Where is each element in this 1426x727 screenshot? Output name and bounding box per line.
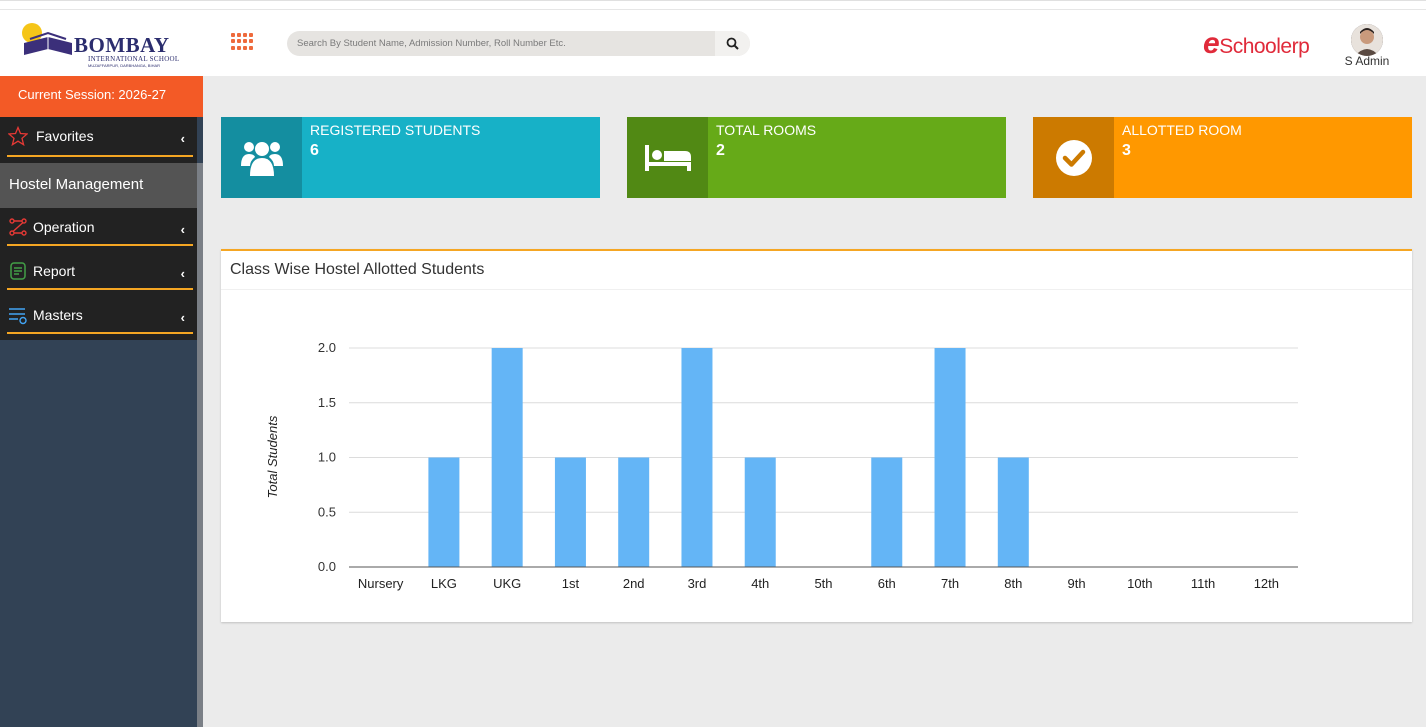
x-tick-label: UKG bbox=[493, 576, 521, 591]
search-bar bbox=[287, 31, 750, 56]
bar-2nd bbox=[618, 457, 650, 567]
bar-8th bbox=[997, 457, 1029, 567]
search-button[interactable] bbox=[715, 31, 750, 56]
avatar-image bbox=[1351, 24, 1383, 56]
brand-main: School bbox=[1219, 35, 1281, 58]
user-avatar[interactable] bbox=[1351, 24, 1383, 56]
x-tick-label: 9th bbox=[1068, 576, 1086, 591]
chart-panel: Class Wise Hostel Allotted Students 0.0 0… bbox=[221, 249, 1412, 622]
chevron-left-icon: ‹ bbox=[180, 131, 185, 146]
sidebar-item-label: Masters bbox=[33, 307, 83, 323]
bar-4th bbox=[744, 457, 776, 567]
y-tick-label: 0.0 bbox=[318, 559, 336, 574]
card-total-rooms[interactable]: TOTAL ROOMS 2 bbox=[627, 117, 1006, 198]
username-label[interactable]: S Admin bbox=[1330, 54, 1404, 68]
x-tick-label: 4th bbox=[751, 576, 769, 591]
item-underline bbox=[7, 244, 193, 246]
school-logo[interactable]: BOMBAY INTERNATIONAL SCHOOL MUZAFFARPUR,… bbox=[18, 21, 183, 69]
x-tick-label: Nursery bbox=[358, 576, 404, 591]
bar-chart: 0.0 0.5 1.0 1.5 2.0 Total Students Nursery LKG U… bbox=[265, 340, 1298, 591]
sidebar-item-masters[interactable]: Masters ‹ bbox=[0, 296, 197, 340]
card-value: 6 bbox=[310, 142, 319, 159]
item-underline bbox=[7, 155, 193, 157]
masters-icon bbox=[9, 308, 27, 325]
operation-icon bbox=[9, 218, 27, 236]
bar-lkg bbox=[428, 457, 460, 567]
sidebar-item-label: Operation bbox=[33, 219, 95, 235]
x-tick-label: 3rd bbox=[688, 576, 707, 591]
logo-subtitle: INTERNATIONAL SCHOOL bbox=[88, 55, 180, 63]
chevron-left-icon: ‹ bbox=[180, 222, 185, 237]
bar-1st bbox=[554, 457, 586, 567]
sidebar-item-label: Report bbox=[33, 263, 76, 279]
bar-7th bbox=[934, 348, 966, 567]
x-tick-label: 5th bbox=[814, 576, 832, 591]
card-icon-box bbox=[1033, 117, 1114, 198]
card-allotted-room[interactable]: ALLOTTED ROOM 3 bbox=[1033, 117, 1412, 198]
chevron-left-icon: ‹ bbox=[180, 310, 185, 325]
sidebar-item-label: Favorites bbox=[36, 128, 94, 144]
search-icon bbox=[726, 37, 739, 50]
bed-icon bbox=[644, 144, 691, 171]
current-session: Current Session: 2026-27 bbox=[0, 76, 203, 117]
card-value: 2 bbox=[716, 142, 725, 159]
card-icon-box bbox=[221, 117, 302, 198]
x-tick-label: 8th bbox=[1004, 576, 1022, 591]
header-top-line bbox=[0, 9, 1426, 10]
users-icon bbox=[240, 141, 283, 176]
x-tick-label: 2nd bbox=[623, 576, 645, 591]
book-logo-icon bbox=[22, 23, 72, 55]
x-tick-label: 10th bbox=[1127, 576, 1152, 591]
apps-grid-icon[interactable] bbox=[231, 33, 253, 51]
y-tick-label: 1.5 bbox=[318, 395, 336, 410]
sidebar-scrollbar[interactable] bbox=[197, 163, 203, 727]
top-header: BOMBAY INTERNATIONAL SCHOOL MUZAFFARPUR,… bbox=[0, 0, 1426, 76]
check-circle-icon bbox=[1055, 139, 1092, 176]
item-underline bbox=[7, 288, 193, 290]
card-label: ALLOTTED ROOM bbox=[1122, 122, 1242, 138]
card-registered-students[interactable]: REGISTERED STUDENTS 6 bbox=[221, 117, 600, 198]
y-tick-label: 1.0 bbox=[318, 450, 336, 465]
brand-prefix: e bbox=[1203, 27, 1220, 60]
sidebar-item-report[interactable]: Report ‹ bbox=[0, 252, 197, 296]
x-tick-label: LKG bbox=[431, 576, 457, 591]
x-tick-label: 7th bbox=[941, 576, 959, 591]
sidebar-item-operation[interactable]: Operation ‹ bbox=[0, 208, 197, 252]
logo-location: MUZAFFARPUR, DARBHANGA, BIHAR bbox=[88, 63, 161, 68]
x-tick-label: 11th bbox=[1191, 576, 1215, 591]
y-tick-label: 0.5 bbox=[318, 504, 336, 519]
brand-suffix: erp bbox=[1280, 35, 1310, 58]
chevron-left-icon: ‹ bbox=[180, 266, 185, 281]
x-tick-label: 12th bbox=[1254, 576, 1279, 591]
card-label: REGISTERED STUDENTS bbox=[310, 122, 481, 138]
bar-3rd bbox=[681, 348, 713, 567]
bar-6th bbox=[871, 457, 903, 567]
module-title: Hostel Management bbox=[0, 163, 197, 208]
report-icon bbox=[10, 262, 26, 280]
y-axis-label: Total Students bbox=[265, 415, 280, 498]
star-icon bbox=[8, 126, 28, 146]
eschoolerp-brand: eSchoolerp bbox=[1203, 27, 1310, 61]
card-label: TOTAL ROOMS bbox=[716, 122, 817, 138]
x-tick-label: 1st bbox=[562, 576, 580, 591]
item-underline bbox=[7, 332, 193, 334]
y-tick-label: 2.0 bbox=[318, 340, 336, 355]
search-input[interactable] bbox=[297, 35, 717, 52]
x-tick-label: 6th bbox=[878, 576, 896, 591]
bar-ukg bbox=[491, 348, 523, 567]
sidebar-item-favorites[interactable]: Favorites ‹ bbox=[0, 117, 197, 163]
card-value: 3 bbox=[1122, 142, 1131, 159]
card-icon-box bbox=[627, 117, 708, 198]
